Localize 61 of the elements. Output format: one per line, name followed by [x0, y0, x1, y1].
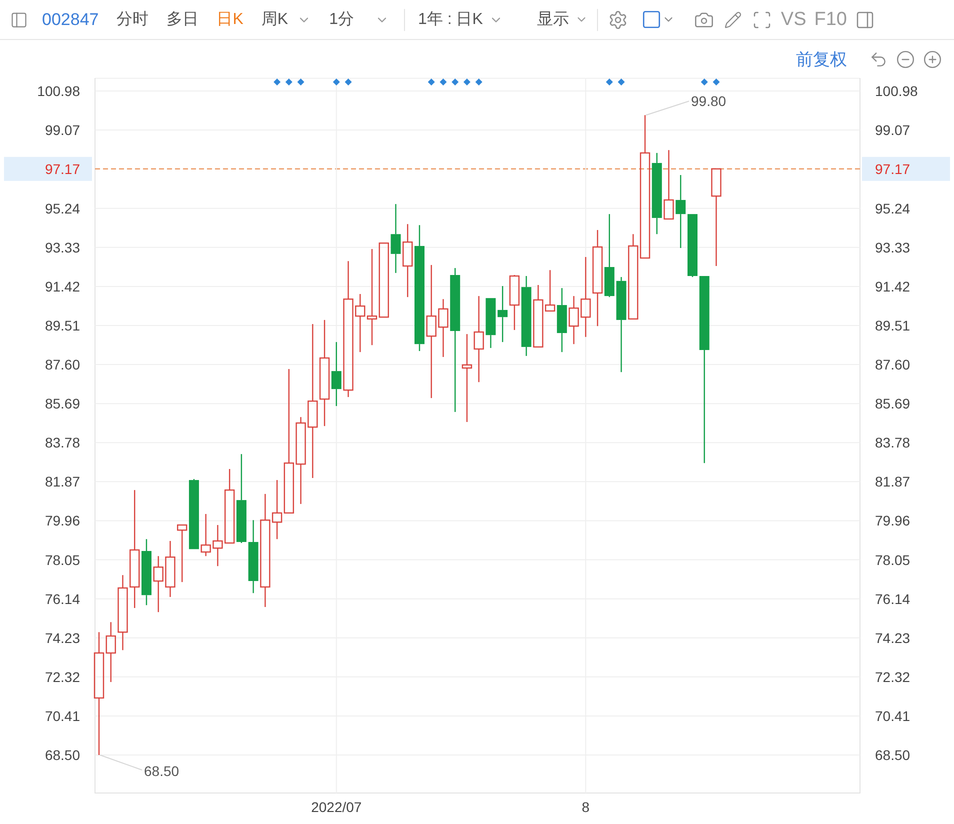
y-axis-label: 99.07: [44, 122, 80, 138]
pencil-icon[interactable]: [724, 10, 742, 28]
range-dropdown[interactable]: 1年 : 日K: [418, 9, 503, 30]
panel-left-icon[interactable]: [10, 10, 28, 28]
max-price-label: 99.80: [691, 93, 726, 110]
fullscreen-icon[interactable]: [752, 10, 772, 30]
y-axis-label: 76.14: [44, 590, 80, 607]
y-axis-label: 85.69: [44, 396, 80, 412]
leader-line: [100, 754, 142, 770]
y-axis-label: 74.23: [875, 630, 910, 646]
y-axis-label: 91.42: [875, 278, 910, 294]
leader-line: [646, 100, 690, 116]
y-axis-label: 93.33: [875, 239, 910, 256]
panel-right-icon[interactable]: [855, 10, 875, 30]
y-axis-label: 70.41: [875, 708, 910, 724]
y-axis-label: 93.33: [44, 239, 80, 256]
period-tab[interactable]: 周K: [261, 9, 312, 30]
y-axis-label: 72.32: [875, 668, 910, 685]
y-axis-label: 74.23: [44, 630, 80, 646]
current-price-label: 97.17: [875, 160, 910, 177]
period-tab[interactable]: 分时: [116, 9, 149, 30]
y-axis-label: 72.32: [44, 668, 80, 685]
y-axis-label: 81.87: [44, 474, 80, 490]
zoom-in-icon[interactable]: [923, 50, 942, 68]
y-axis-label: 79.96: [875, 512, 910, 529]
display-dropdown[interactable]: 显示: [536, 9, 588, 30]
y-axis-label: 100.98: [37, 83, 80, 99]
current-price-label: 97.17: [44, 160, 80, 177]
x-axis-label: 2022/07: [311, 799, 362, 815]
zoom-out-icon[interactable]: [896, 50, 915, 68]
y-axis-label: 99.07: [875, 122, 910, 138]
camera-icon[interactable]: [694, 10, 714, 30]
y-axis-label: 76.14: [875, 590, 910, 607]
period-tab[interactable]: 多日: [166, 9, 199, 30]
y-axis-label: 100.98: [875, 83, 918, 99]
x-axis-label: 8: [582, 799, 590, 815]
y-axis-label: 95.24: [44, 200, 80, 216]
y-axis-label: 95.24: [875, 200, 910, 216]
y-axis-label: 78.05: [44, 552, 80, 568]
y-axis-label: 81.87: [875, 474, 910, 490]
y-axis-label: 87.60: [875, 356, 910, 373]
y-axis-label: 68.50: [44, 747, 80, 763]
settings-icon[interactable]: [608, 10, 628, 30]
stock-code: 002847: [42, 10, 99, 30]
y-axis-label: 83.78: [44, 434, 80, 451]
y-axis-label: 87.60: [44, 356, 80, 373]
y-axis-label: 89.51: [875, 317, 910, 334]
y-axis-label: 68.50: [875, 747, 910, 763]
period-tab[interactable]: 1分: [329, 9, 389, 30]
square-dropdown-icon[interactable]: [640, 9, 675, 30]
undo-icon[interactable]: [869, 50, 888, 68]
min-price-label: 68.50: [144, 763, 180, 779]
candlestick: [438, 299, 448, 357]
y-axis-label: 89.51: [44, 317, 80, 334]
y-axis-label: 70.41: [44, 708, 80, 724]
y-axis-label: 78.05: [875, 552, 910, 568]
y-axis-label: 85.69: [875, 396, 910, 412]
y-axis-label: 91.42: [44, 278, 80, 294]
y-axis-label: 79.96: [44, 512, 80, 529]
adjust-link[interactable]: 前复权: [796, 48, 847, 70]
y-axis-label: 83.78: [875, 434, 910, 451]
